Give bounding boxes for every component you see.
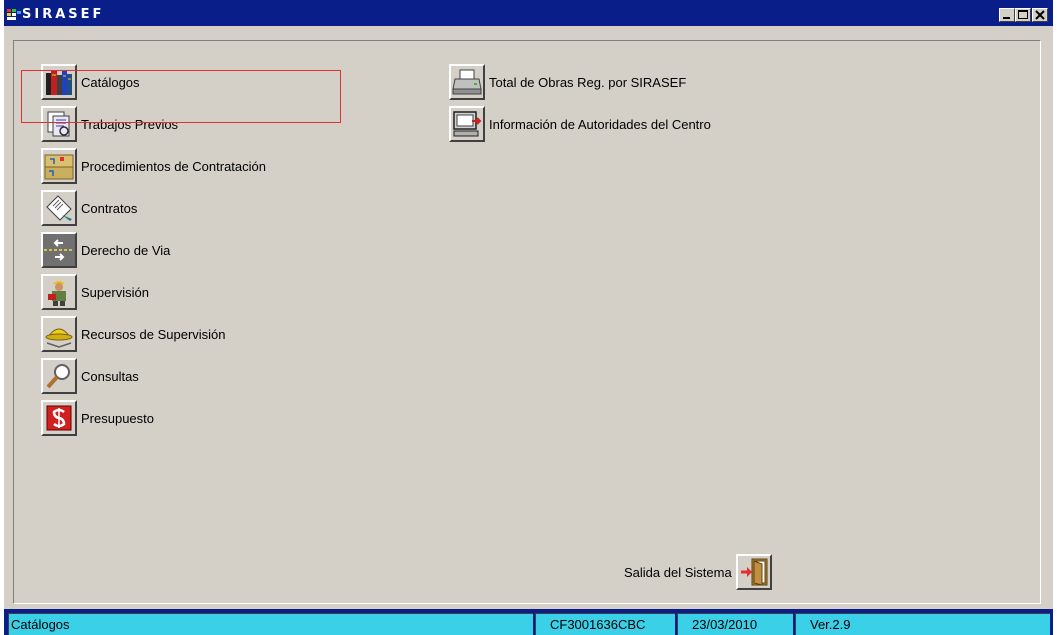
menu-item-supervision[interactable]: Supervisión	[41, 274, 149, 310]
printer-icon	[452, 69, 482, 95]
autoridades-button[interactable]	[449, 106, 485, 142]
hardhat-icon	[45, 328, 73, 348]
menu-item-derecho-de-via[interactable]: Derecho de Via	[41, 232, 170, 268]
procedimientos-label: Procedimientos de Contratación	[81, 158, 266, 174]
status-date: 23/03/2010	[677, 613, 793, 635]
app-icon	[7, 9, 21, 20]
money-icon	[46, 405, 72, 431]
window-title: SIRASEF	[22, 7, 105, 22]
client-area: Catálogos Trabajos Previos Procedimiento…	[4, 26, 1053, 609]
selection-highlight	[21, 70, 341, 123]
exit-door-icon	[740, 558, 768, 586]
recursos-supervision-button[interactable]	[41, 316, 77, 352]
maximize-button[interactable]	[1015, 8, 1031, 22]
maximize-icon	[1018, 10, 1028, 19]
minimize-icon	[1003, 17, 1010, 19]
minimize-button[interactable]	[999, 8, 1015, 22]
status-version: Ver.2.9	[795, 613, 1050, 635]
title-bar[interactable]: SIRASEF	[4, 4, 1053, 26]
derecho-de-via-button[interactable]	[41, 232, 77, 268]
exit-system[interactable]: Salida del Sistema	[624, 554, 772, 590]
road-arrows-icon	[44, 235, 74, 265]
main-panel: Catálogos Trabajos Previos Procedimiento…	[13, 40, 1041, 604]
recursos-supervision-label: Recursos de Supervisión	[81, 326, 226, 342]
menu-item-recursos-supervision[interactable]: Recursos de Supervisión	[41, 316, 226, 352]
contratos-label: Contratos	[81, 200, 138, 216]
computer-icon	[453, 111, 482, 137]
exit-button[interactable]	[735, 554, 772, 590]
consultas-label: Consultas	[81, 368, 139, 384]
menu-item-procedimientos[interactable]: Procedimientos de Contratación	[41, 148, 266, 184]
menu-item-contratos[interactable]: Contratos	[41, 190, 137, 226]
contratos-button[interactable]	[41, 190, 77, 226]
procedimientos-button[interactable]	[41, 148, 77, 184]
status-bar: Catálogos CF3001636CBC 23/03/2010 Ver.2.…	[4, 609, 1053, 635]
status-code: CF3001636CBC	[535, 613, 675, 635]
exit-label: Salida del Sistema	[624, 564, 732, 580]
menu-item-autoridades[interactable]: Información de Autoridades del Centro	[449, 106, 711, 142]
presupuesto-button[interactable]	[41, 400, 77, 436]
supervision-button[interactable]	[41, 274, 77, 310]
total-obras-button[interactable]	[449, 64, 485, 100]
supervision-label: Supervisión	[81, 284, 149, 300]
worker-icon	[48, 281, 66, 306]
menu-item-consultas[interactable]: Consultas	[41, 358, 139, 394]
magnifier-icon	[46, 364, 70, 389]
menu-item-presupuesto[interactable]: Presupuesto	[41, 400, 154, 436]
close-button[interactable]	[1032, 8, 1048, 22]
total-obras-label: Total de Obras Reg. por SIRASEF	[489, 74, 687, 90]
folders-icon	[44, 154, 74, 180]
consultas-button[interactable]	[41, 358, 77, 394]
status-current-module: Catálogos	[8, 613, 533, 635]
menu-item-total-obras[interactable]: Total de Obras Reg. por SIRASEF	[449, 64, 686, 100]
close-icon	[1035, 10, 1045, 20]
main-window: SIRASEF Catálogos Trabajos Previos Proce…	[4, 0, 1053, 635]
contract-pen-icon	[46, 195, 72, 221]
autoridades-label: Información de Autoridades del Centro	[489, 116, 711, 132]
derecho-de-via-label: Derecho de Via	[81, 242, 171, 258]
presupuesto-label: Presupuesto	[81, 410, 154, 426]
